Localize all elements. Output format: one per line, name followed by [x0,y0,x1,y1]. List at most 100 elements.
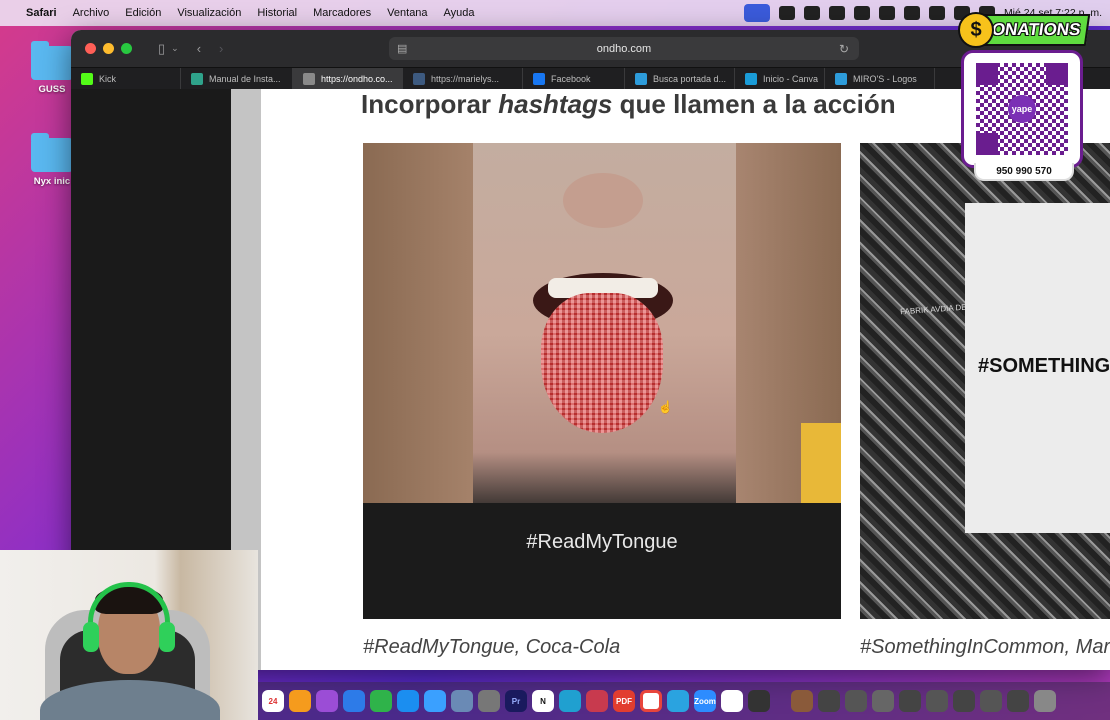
poster-hashtag: #SOMETHING [978,355,1110,377]
notification-count-icon[interactable] [853,6,870,20]
menu-historial[interactable]: Historial [257,7,297,19]
forward-icon[interactable]: › [219,41,223,56]
tab-canva[interactable]: Inicio - Canva [735,67,825,90]
window-thumbnail-icon[interactable] [1007,690,1029,712]
menu-marcadores[interactable]: Marcadores [313,7,371,19]
sidebar-toggle-icon[interactable]: ▯ [158,41,165,57]
tab-label: https://ondho.co... [321,73,393,84]
tab-label: https://marielys... [431,73,500,84]
zoom-icon[interactable]: Zoom [694,690,716,712]
caption-read-my-tongue: #ReadMyTongue, Coca-Cola [363,636,621,658]
pdf-tray-icon[interactable] [803,6,820,20]
window-thumbnail-icon[interactable] [845,690,867,712]
minimize-window-button[interactable] [103,43,114,54]
settings-gear-icon[interactable] [478,690,500,712]
menu-visualizacion[interactable]: Visualización [177,7,241,19]
window-thumbnail-icon[interactable] [872,690,894,712]
window-thumbnail-icon[interactable] [953,690,975,712]
menu-archivo[interactable]: Archivo [73,7,110,19]
close-window-button[interactable] [85,43,96,54]
drawing-app-icon[interactable] [586,690,608,712]
podcasts-icon[interactable] [316,690,338,712]
capcut-icon[interactable] [721,690,743,712]
hand-cursor-icon: ☝ [658,400,673,414]
tab-miros[interactable]: MIRO'S - Logos [825,67,935,90]
tab-kick[interactable]: Kick [71,67,181,90]
page-favicon-icon [303,72,315,85]
window-thumbnail-icon[interactable] [980,690,1002,712]
reload-icon[interactable]: ↻ [839,42,849,56]
page-menu-icon[interactable]: ▤ [397,42,407,55]
trash-icon[interactable] [1034,690,1056,712]
notion-icon[interactable]: N [532,690,554,712]
desktop-folder-label: GUSS [38,84,66,95]
wordpress-icon [413,72,425,85]
menu-edicion[interactable]: Edición [125,7,161,19]
heading-post: que llamen a la acción [612,89,896,119]
calendar-icon[interactable]: 24 [262,690,284,712]
keynote-icon[interactable] [343,690,365,712]
tab-manual[interactable]: Manual de Insta... [181,67,293,90]
tab-label: Busca portada d... [653,73,727,84]
page-favicon-icon [635,72,647,85]
page-favicon-icon [191,72,203,85]
black-shirt [363,503,841,619]
pdf-app-icon[interactable]: PDF [613,690,635,712]
heading-pre: Incorporar [361,89,499,119]
wifi-icon[interactable] [928,6,945,20]
qr-code: yape [976,63,1068,155]
zoom-tray-icon[interactable] [778,6,795,20]
tab-marielys[interactable]: https://marielys... [403,67,523,90]
menu-ventana[interactable]: Ventana [387,7,427,19]
heading-emphasis: hashtags [498,89,613,119]
maze-tongue [541,293,663,433]
telegram-icon[interactable] [667,690,689,712]
notion-tray-icon[interactable] [828,6,845,20]
menu-app-name[interactable]: Safari [26,7,57,19]
maps-icon[interactable] [424,690,446,712]
tab-facebook[interactable]: Facebook [523,67,625,90]
pencil-app-icon[interactable] [289,690,311,712]
battery-icon[interactable] [903,6,920,20]
screen-record-icon[interactable] [743,4,770,22]
section-heading: Incorporar hashtags que llamen a la acci… [361,89,896,120]
address-bar-url: ondho.com [596,42,652,55]
dock: 24 Pr N PDF Zoom [258,682,1110,720]
headphones-band [88,582,170,632]
page-favicon-icon [835,72,847,85]
window-thumbnail-icon[interactable] [899,690,921,712]
preview-icon[interactable] [451,690,473,712]
back-icon[interactable]: ‹ [197,41,201,56]
window-thumbnail-icon[interactable] [818,690,840,712]
tab-label: MIRO'S - Logos [853,73,917,84]
chrome-icon[interactable] [640,690,662,712]
tab-busca-portada[interactable]: Busca portada d... [625,67,735,90]
folder-icon [31,41,73,80]
premiere-pro-icon[interactable]: Pr [505,690,527,712]
qr-card: yape [961,50,1083,168]
folder-icon [31,133,73,172]
kick-icon [81,72,93,85]
window-thumbnail-icon[interactable] [926,690,948,712]
numbers-icon[interactable] [370,690,392,712]
headphone-left [83,622,99,652]
tab-label: Manual de Insta... [209,73,281,84]
finder-search-icon[interactable] [559,690,581,712]
tab-bar: Kick Manual de Insta... https://ondho.co… [71,67,1110,90]
activity-monitor-icon[interactable] [748,690,770,712]
headphone-right [159,622,175,652]
tab-ondho[interactable]: https://ondho.co... [293,67,403,90]
donation-phone: 950 990 570 [974,163,1074,181]
facebook-icon [533,72,545,85]
zoom-window-button[interactable] [121,43,132,54]
dollar-coin-icon: $ [958,12,994,48]
page-favicon-icon [745,72,757,85]
tab-label: Facebook [551,73,591,84]
address-bar[interactable]: ▤ ondho.com ↻ [389,37,859,60]
background-yellow [801,423,841,503]
app-store-icon[interactable] [397,690,419,712]
menu-ayuda[interactable]: Ayuda [444,7,475,19]
recent-image-thumbnail[interactable] [791,690,813,712]
airdrop-icon[interactable] [878,6,895,20]
chevron-down-icon[interactable]: ⌄ [171,43,179,54]
